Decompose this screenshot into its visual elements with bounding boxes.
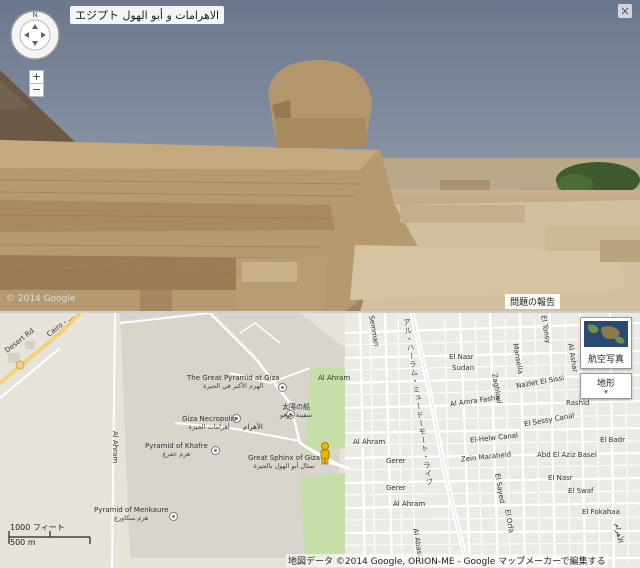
- location-title: エジプト الاهرامات و أبو الهول: [70, 6, 225, 24]
- street-label: Gerer: [386, 457, 406, 465]
- scale-bar: 1000 フィート 500 m: [8, 522, 98, 552]
- place-name-arabic: هرم خفرع: [162, 449, 191, 458]
- pegman-icon[interactable]: [318, 442, 332, 466]
- place-name-arabic: تمثال أبو الهول بالجيزة: [253, 461, 315, 470]
- chevron-down-icon: ▾: [604, 388, 608, 396]
- sphinx-panorama-image[interactable]: [0, 0, 640, 312]
- report-problem-button[interactable]: 問題の報告: [505, 294, 561, 309]
- street-label: Sudan: [452, 364, 475, 372]
- khafre-marker[interactable]: [211, 446, 220, 455]
- street-view-panel[interactable]: エジプト الاهرامات و أبو الهول × N + − © 201…: [0, 0, 640, 312]
- street-label: El Nasr: [548, 474, 573, 482]
- place-name-arabic: سفينة خوفو: [280, 410, 313, 419]
- street-label: El Badr: [600, 436, 626, 444]
- place-label-solar-boat[interactable]: 太陽の船 سفينة خوفو: [280, 403, 313, 419]
- street-label: Gerer: [386, 484, 406, 492]
- place-label-sphinx[interactable]: Great Sphinx of Giza تمثال أبو الهول بال…: [248, 454, 320, 470]
- street-label: Al Ahram: [111, 431, 119, 464]
- satellite-label: 航空写真: [587, 355, 624, 365]
- place-name-arabic: الهرم الأكبر في الجيزة: [203, 381, 264, 390]
- street-label: El Nasr: [449, 353, 474, 361]
- place-label-great-pyramid[interactable]: The Great Pyramid at Giza الهرم الأكبر ف…: [187, 374, 280, 390]
- place-name-arabic: أهرامات الجيزة: [188, 422, 230, 431]
- street-label: Al Ahram: [393, 500, 426, 508]
- scale-meters-label: 500 m: [10, 538, 36, 547]
- place-label-khafre[interactable]: Pyramid of Khafre هرم خفرع: [145, 442, 208, 458]
- close-icon[interactable]: ×: [618, 4, 632, 18]
- street-label: El Fokahaa: [582, 508, 620, 516]
- compass-north-label: N: [32, 11, 37, 19]
- terrain-view-button[interactable]: 地形 ▾: [580, 373, 632, 399]
- zoom-out-button[interactable]: −: [29, 83, 44, 97]
- streetview-copyright: © 2014 Google: [6, 294, 76, 304]
- satellite-thumbnail: [584, 321, 628, 347]
- street-label: Rashid: [566, 399, 590, 407]
- al-ahram-arabic-label: الأهرام: [243, 423, 263, 431]
- zoom-in-button[interactable]: +: [29, 70, 44, 84]
- map-panel[interactable]: The Great Pyramid at Giza الهرم الأكبر ف…: [0, 313, 640, 568]
- street-label: Al Ahram: [318, 374, 351, 382]
- street-label: Al Ahram: [353, 438, 386, 446]
- street-label: El Swaf: [568, 487, 594, 495]
- map-attribution[interactable]: 地図データ ©2014 Google, ORION-ME - Google マッ…: [286, 554, 608, 567]
- menkaure-marker[interactable]: [169, 512, 178, 521]
- place-label-necropolis[interactable]: Giza Necropolis أهرامات الجيزة: [182, 415, 236, 431]
- place-label-menkaure[interactable]: Pyramid of Menkaure هرم منكاورع: [94, 506, 168, 522]
- place-name-arabic: هرم منكاورع: [114, 513, 149, 522]
- navigation-compass[interactable]: N: [9, 9, 61, 61]
- street-label: Abd El Aziz Basel: [537, 451, 597, 459]
- satellite-view-button[interactable]: 航空写真: [580, 317, 632, 369]
